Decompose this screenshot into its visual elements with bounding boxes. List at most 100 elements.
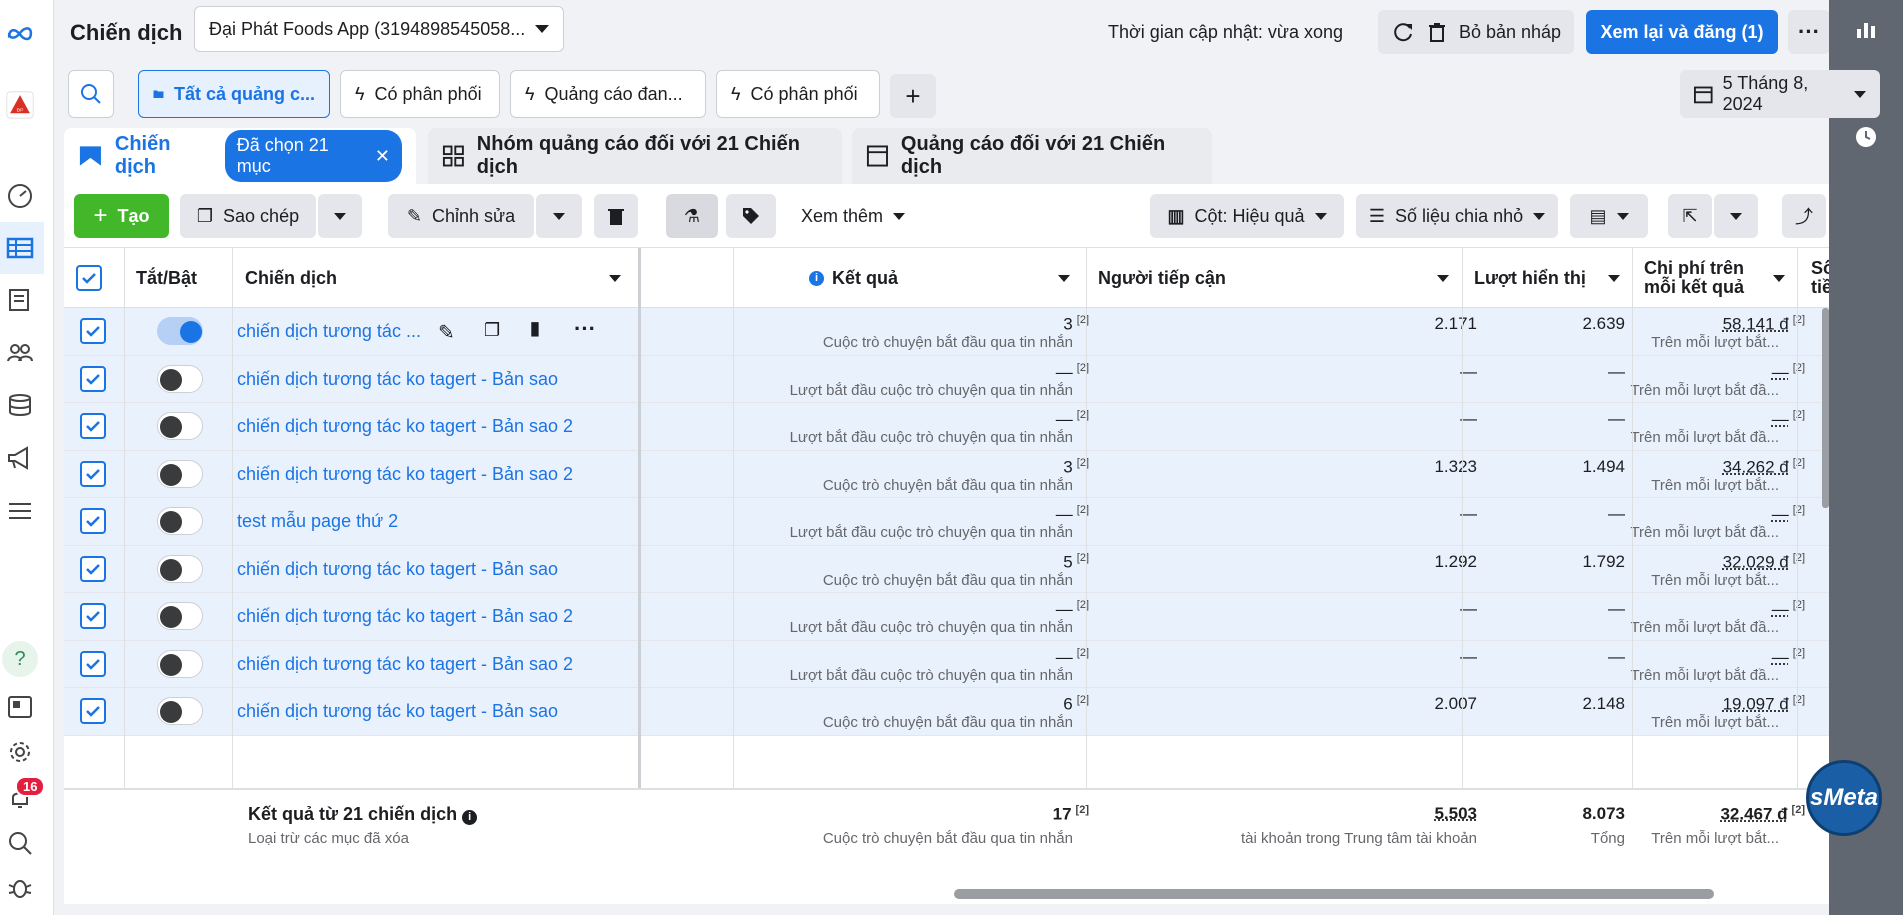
gear-icon[interactable] [5,737,35,767]
clock-icon[interactable] [1851,122,1881,152]
campaign-name-link[interactable]: chiến dịch tương tác ko tagert - Bản sao [237,559,558,580]
edit-button[interactable]: ✎ Chỉnh sửa [388,194,534,238]
campaign-toggle[interactable] [157,507,203,535]
table-row[interactable]: chiến dịch tương tác ko tagert - Bản sao… [64,593,1829,641]
pencil-icon[interactable]: ✎ [438,320,455,345]
vertical-scrollbar[interactable] [1822,308,1829,508]
copy-dropdown-button[interactable] [318,194,362,238]
date-range-button[interactable]: 5 Tháng 8, 2024 [1680,70,1880,118]
filter-tab-all-ads[interactable]: Tất cả quảng c... [138,70,330,118]
review-publish-label: Xem lại và đăng (1) [1600,21,1764,42]
row-checkbox[interactable] [80,460,106,487]
delete-button[interactable] [594,194,638,238]
help-icon[interactable]: ? [2,641,38,677]
row-checkbox[interactable] [80,508,106,534]
more-dots-icon[interactable]: ··· [574,316,596,342]
selected-count-pill[interactable]: Đã chọn 21 mục ✕ [224,130,402,182]
table-row[interactable]: chiến dịch tương tác ko tagert - Bản sao… [64,640,1829,688]
columns-button[interactable]: ▥ Cột: Hiệu quả [1150,194,1344,238]
more-options-button[interactable]: ··· [1788,10,1830,54]
campaign-toggle[interactable] [157,602,203,630]
table-row[interactable]: chiến dịch tương tác ko tagert - Bản sao… [64,450,1829,498]
smeta-extension-button[interactable]: sMeta [1806,760,1882,836]
row-checkbox[interactable] [80,603,106,629]
see-more-button[interactable]: Xem thêm [788,194,918,238]
col-reach-header[interactable]: Người tiếp cận [1086,248,1461,308]
tab-adsets[interactable]: Nhóm quảng cáo đối với 21 Chiến dịch [428,128,842,184]
filter-tab-delivering[interactable]: ϟ Có phân phối [340,70,500,118]
row-checkbox[interactable] [80,365,106,392]
copy-button[interactable]: ❐ Sao chép [180,194,316,238]
filter-tab-delivering-2[interactable]: ϟ Có phân phối [716,70,880,118]
campaign-toggle[interactable] [157,364,203,393]
table-row[interactable]: chiến dịch tương tác ... ✎ ❐ ▮ ··· 3 [2] Cuộc t… [64,308,1829,356]
row-checkbox[interactable] [80,650,106,677]
table-row[interactable]: test mẫu page thứ 2— [2] Lượt bắt đầu cuộc… [64,498,1829,546]
database-icon[interactable] [5,390,35,420]
campaign-toggle[interactable] [157,649,203,678]
export-button[interactable]: ⇱ [1668,194,1712,238]
bug-icon[interactable] [5,872,35,902]
close-icon[interactable]: ✕ [375,146,390,167]
campaign-toggle[interactable] [157,412,203,440]
campaign-name-link[interactable]: chiến dịch tương tác ... [237,321,421,342]
campaign-toggle[interactable] [157,554,203,583]
col-toggle-header[interactable]: Tắt/Bật [124,248,232,308]
row-checkbox[interactable] [80,555,106,582]
pages-icon[interactable] [5,285,35,315]
col-cost-header[interactable]: Chi phí trên mỗi kết quả [1632,248,1797,308]
campaign-name-link[interactable]: test mẫu page thứ 2 [237,511,398,532]
megaphone-icon[interactable] [5,443,35,473]
bar-chart-icon[interactable]: ▮ [530,318,540,339]
row-checkbox[interactable] [80,698,106,724]
campaign-name-link[interactable]: chiến dịch tương tác ko tagert - Bản sao [237,369,558,390]
campaign-name-link[interactable]: chiến dịch tương tác ko tagert - Bản sao… [237,416,573,437]
row-checkbox[interactable] [80,318,106,344]
reports-button[interactable]: ▤ [1570,194,1648,238]
menu-icon[interactable] [5,496,35,526]
breakdown-button[interactable]: ☰ Số liệu chia nhỏ [1356,194,1558,238]
dashboard-icon[interactable] [5,180,35,210]
account-avatar[interactable]: ĐP [3,88,37,122]
export-dropdown-button[interactable] [1714,194,1758,238]
audience-icon[interactable] [5,338,35,368]
campaign-toggle[interactable] [157,697,203,725]
tab-ads[interactable]: Quảng cáo đối với 21 Chiến dịch [852,128,1212,184]
discard-draft-button[interactable]: Bỏ bản nháp [1414,10,1574,54]
campaign-name-link[interactable]: chiến dịch tương tác ko tagert - Bản sao… [237,654,573,675]
col-results-header[interactable]: i Kết quả [729,248,1082,308]
review-publish-button[interactable]: Xem lại và đăng (1) [1586,10,1778,54]
account-select[interactable]: Đại Phát Foods App (3194898545058... [194,6,564,52]
chart-toggle-button[interactable]: ⤴ [1782,194,1826,238]
duplicate-icon[interactable]: ❐ [484,320,500,341]
table-row[interactable]: chiến dịch tương tác ko tagert - Bản sao… [64,403,1829,451]
campaign-toggle[interactable] [157,459,203,488]
edit-dropdown-button[interactable] [536,194,582,238]
col-impressions-header[interactable]: Lượt hiển thị [1462,248,1632,308]
col-campaign-header[interactable]: Chiến dịch [233,248,633,308]
chart-icon[interactable] [1851,14,1881,44]
horizontal-scrollbar[interactable] [954,889,1714,899]
filter-tab-label: Có phân phối [750,83,858,104]
search-button[interactable] [68,70,114,118]
ab-test-button[interactable]: ⚗ [666,194,718,238]
news-icon[interactable] [5,692,35,722]
tag-button[interactable] [726,194,776,238]
table-icon[interactable] [5,233,35,263]
add-filter-tab-button[interactable]: + [890,74,936,118]
campaign-name-link[interactable]: chiến dịch tương tác ko tagert - Bản sao… [237,606,573,627]
search-icon[interactable] [5,828,35,858]
table-row[interactable]: chiến dịch tương tác ko tagert - Bản sao… [64,688,1829,736]
meta-logo-icon[interactable] [2,18,38,48]
col-spend-header[interactable]: Số tiề [1799,248,1829,308]
filter-tab-ads[interactable]: ϟ Quảng cáo đan... [510,70,706,118]
tab-campaigns[interactable]: Chiến dịch Đã chọn 21 mục ✕ [64,128,416,184]
create-button[interactable]: + Tạo [74,194,169,238]
table-row[interactable]: chiến dịch tương tác ko tagert - Bản sao… [64,355,1829,403]
row-checkbox[interactable] [80,413,106,439]
campaign-name-link[interactable]: chiến dịch tương tác ko tagert - Bản sao… [237,464,573,485]
select-all-checkbox[interactable] [76,265,102,291]
table-row[interactable]: chiến dịch tương tác ko tagert - Bản sao… [64,545,1829,593]
campaign-name-link[interactable]: chiến dịch tương tác ko tagert - Bản sao [237,701,558,722]
campaign-toggle[interactable] [157,317,203,345]
